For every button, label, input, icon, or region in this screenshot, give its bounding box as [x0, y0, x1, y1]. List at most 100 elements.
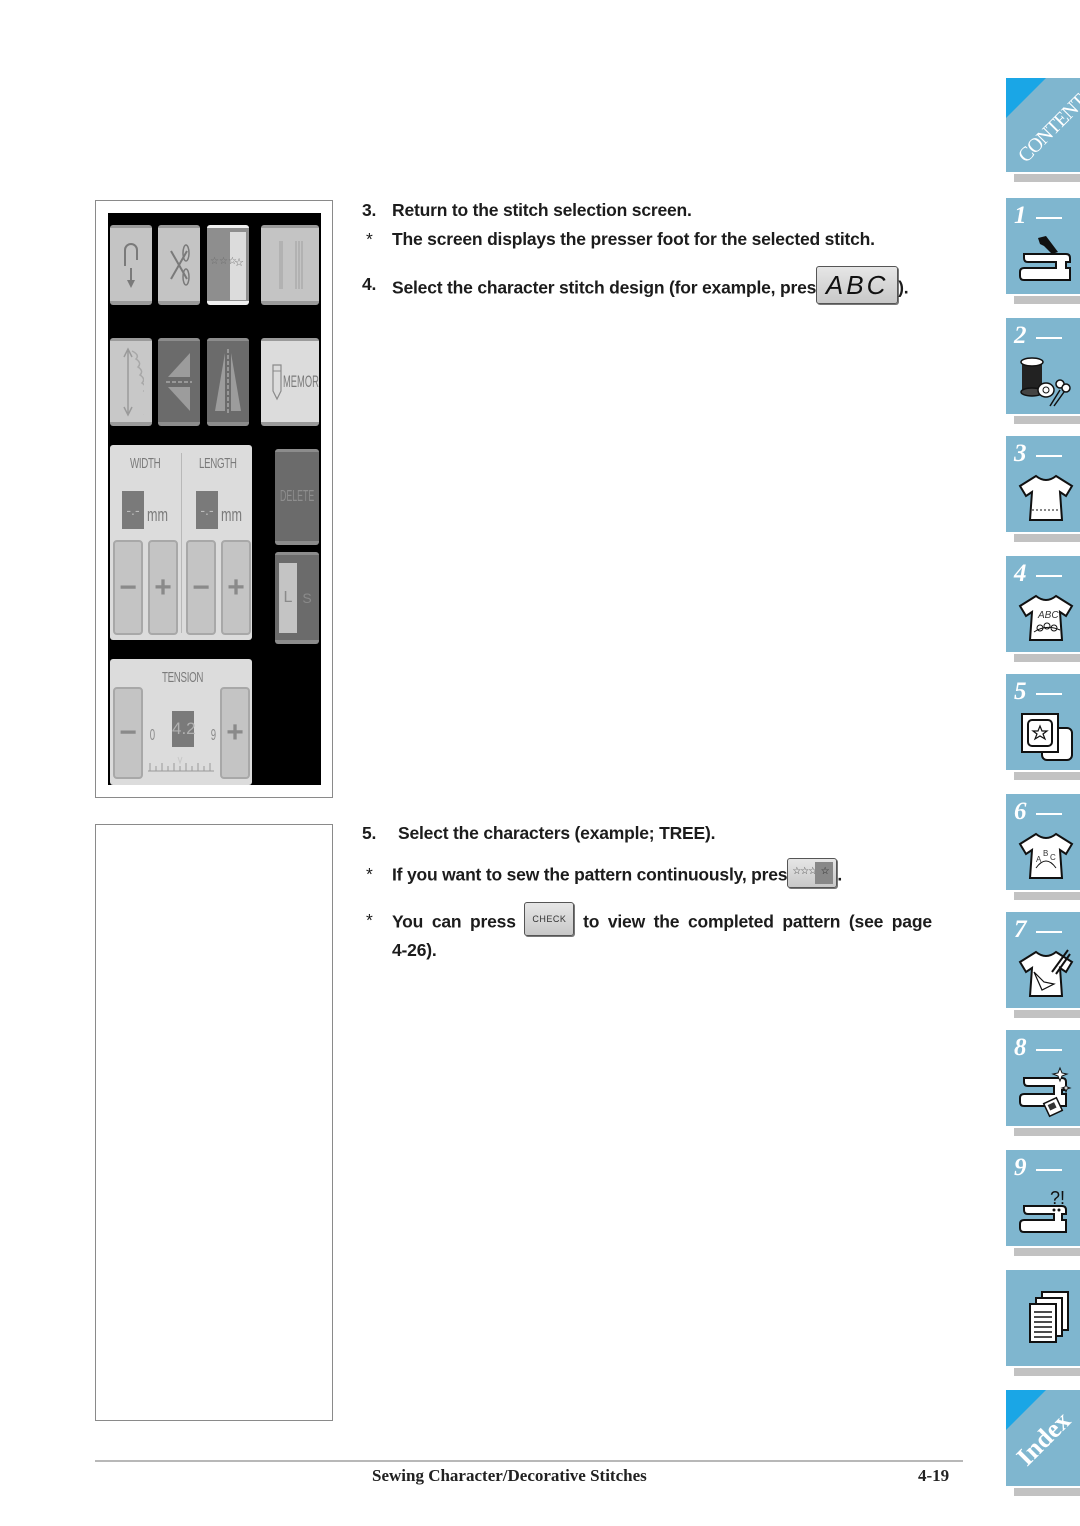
tab-dash: [1036, 575, 1062, 577]
abc-button[interactable]: ABC: [816, 266, 899, 304]
documents-icon: [1029, 1291, 1069, 1343]
thread-cutter-button[interactable]: [158, 225, 200, 305]
continuous-sewing-button[interactable]: ☆☆☆ ☆: [787, 858, 838, 888]
shirt-pen-icon: [1018, 949, 1074, 997]
blank-figure-frame: [95, 824, 333, 1421]
elongation-button[interactable]: [110, 338, 152, 426]
tab-chapter-8[interactable]: 8: [1006, 1030, 1080, 1136]
step-number: 3.: [362, 200, 377, 220]
delete-button[interactable]: DELETE: [275, 449, 319, 545]
size-large-option[interactable]: L: [279, 563, 297, 633]
shirt-seam-icon: [1018, 474, 1074, 521]
length-unit: mm: [221, 505, 242, 525]
note-text: You can press CHECK to view the complete…: [392, 902, 932, 936]
note-text-before: You can press: [392, 911, 516, 932]
mirror-vertical-button[interactable]: [207, 338, 249, 426]
length-plus-button[interactable]: +: [221, 540, 251, 635]
star-icon: ☆: [820, 866, 830, 877]
footer-section-title: Sewing Character/Decorative Stitches: [372, 1466, 647, 1485]
reverse-stitch-button[interactable]: [110, 225, 152, 305]
shirt-abc-embroidery-icon: ABC: [1018, 594, 1074, 641]
mirror-horizontal-icon: [166, 352, 192, 411]
tab-chapter-9[interactable]: 9 ?!: [1006, 1150, 1080, 1256]
tab-chapter-6[interactable]: 6 A B C: [1006, 794, 1080, 900]
screen-illustration-figure: ☆☆☆ ☆ MEMOR WIDTH LENGTH -.- mm -.- mm −…: [95, 200, 333, 798]
step-5: 5. Select the characters (example; TREE)…: [362, 823, 982, 845]
note-bullet: *: [366, 229, 373, 249]
scissors-icon: [170, 243, 190, 286]
tab-number: 9: [1014, 1154, 1027, 1181]
size-toggle-button[interactable]: L S: [275, 552, 319, 644]
tab-index[interactable]: Index: [1006, 1390, 1080, 1496]
memory-label: MEMORY: [282, 371, 320, 391]
tab-contents[interactable]: CONTENTS: [1006, 78, 1080, 182]
twin-needle-icon: [279, 240, 303, 289]
svg-text:B: B: [1043, 849, 1048, 858]
sewing-machine-hand-icon: [1019, 236, 1071, 281]
tension-readout: 4.2: [172, 711, 196, 747]
length-label: LENGTH: [199, 455, 237, 472]
note-bullet: *: [366, 910, 373, 930]
step-5-note-check-cont: 4-26).: [392, 940, 437, 960]
footer-page-number: 4-19: [918, 1466, 950, 1485]
tab-number: 5: [1014, 678, 1027, 705]
note-bullet: *: [366, 864, 373, 884]
svg-text:?!: ?!: [1050, 1188, 1065, 1208]
mirror-horizontal-button[interactable]: [158, 338, 200, 426]
step-number: 5.: [362, 823, 377, 843]
tab-documents[interactable]: [1006, 1270, 1080, 1376]
stars-icon: ☆☆☆: [210, 256, 237, 267]
needle-mode-button[interactable]: [261, 225, 319, 305]
step-5-note-continuous: * If you want to sew the pattern continu…: [362, 858, 982, 894]
tab-chapter-1[interactable]: 1: [1006, 198, 1080, 304]
embroidery-hoop-star-icon: [1021, 713, 1073, 761]
tension-panel: TENSION − 0 4.2 9 +: [110, 659, 252, 785]
step-text-before: Select the character stitch design (for …: [392, 277, 817, 298]
tab-chapter-5[interactable]: 5: [1006, 674, 1080, 780]
width-minus-button[interactable]: −: [113, 540, 143, 635]
memory-button[interactable]: MEMORY: [261, 338, 319, 426]
tension-plus-button[interactable]: +: [220, 687, 250, 779]
step-text: Select the characters (example; TREE).: [398, 823, 716, 843]
sewing-machine-sparkle-icon: [1019, 1066, 1072, 1118]
tab-chapter-3[interactable]: 3: [1006, 436, 1080, 542]
star-icon: ☆: [234, 257, 244, 269]
tab-corner: [1006, 78, 1046, 118]
tab-dash: [1036, 693, 1062, 695]
tension-min: 0: [149, 727, 156, 744]
tab-chapter-7[interactable]: 7: [1006, 912, 1080, 1018]
note-text: If you want to sew the pattern continuou…: [392, 858, 843, 888]
width-plus-button[interactable]: +: [148, 540, 178, 635]
panel-divider: [181, 453, 182, 633]
step-3: 3. Return to the stitch selection screen…: [362, 200, 982, 222]
length-readout: -.-: [196, 491, 218, 529]
length-minus-button[interactable]: −: [186, 540, 216, 635]
elongation-icon: [123, 346, 144, 417]
sewing-machine-question-icon: ?!: [1019, 1188, 1067, 1233]
note-text-after: .: [837, 864, 843, 885]
footer-rule: [95, 1460, 963, 1462]
stars-icon: ☆☆☆: [792, 866, 817, 877]
tab-chapter-2[interactable]: 2: [1006, 318, 1080, 424]
tab-number: 3: [1014, 440, 1027, 467]
tension-minus-button[interactable]: −: [113, 687, 143, 779]
tab-dash: [1036, 337, 1062, 339]
tension-max: 9: [210, 727, 217, 744]
size-small-option[interactable]: S: [299, 563, 315, 633]
check-button[interactable]: CHECK: [524, 902, 575, 936]
tab-number: 1: [1014, 202, 1027, 229]
tab-number: 6: [1014, 798, 1027, 825]
tab-dash: [1036, 217, 1062, 219]
tension-scale-icon: [148, 756, 214, 772]
delete-label: DELETE: [279, 487, 315, 505]
tab-dash: [1036, 813, 1062, 815]
note-text-after: to view the completed pattern (see page: [583, 911, 932, 932]
tab-chapter-4[interactable]: 4 ABC: [1006, 556, 1080, 662]
thread-bobbin-scissors-icon: [1020, 357, 1071, 407]
tab-number: 7: [1014, 916, 1027, 943]
lcd-screen: ☆☆☆ ☆ MEMOR WIDTH LENGTH -.- mm -.- mm −…: [108, 213, 321, 785]
reverse-stitch-icon: [124, 242, 138, 288]
single-continuous-button[interactable]: ☆☆☆ ☆: [207, 225, 249, 305]
step-text: Select the character stitch design (for …: [392, 266, 909, 304]
width-length-panel: WIDTH LENGTH -.- mm -.- mm − + − +: [110, 445, 252, 640]
